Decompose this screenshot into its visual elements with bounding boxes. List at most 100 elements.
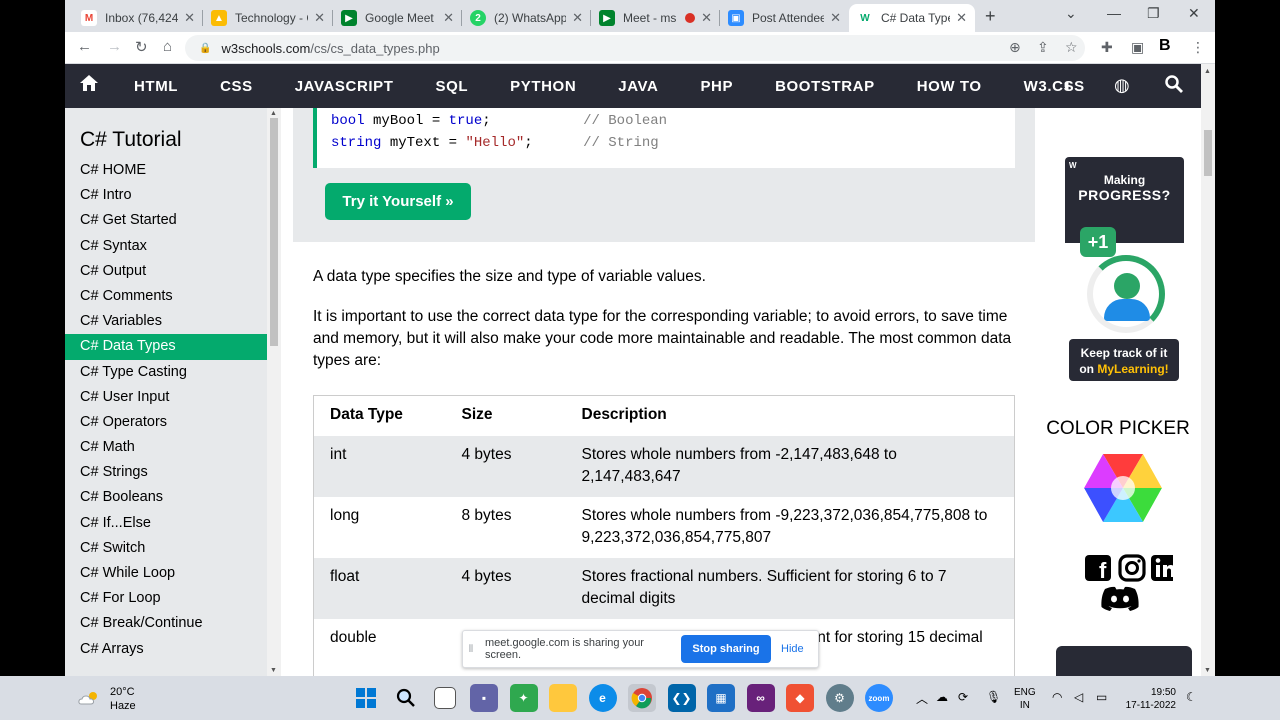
globe-icon[interactable]: ◍ xyxy=(1114,75,1130,96)
scroll-down-icon[interactable]: ▼ xyxy=(1204,667,1211,674)
sidebar-item-output[interactable]: C# Output xyxy=(65,259,267,284)
profile-b-icon[interactable]: B xyxy=(1159,37,1171,55)
sidebar-item-operators[interactable]: C# Operators xyxy=(65,410,267,435)
nav-php[interactable]: PHP xyxy=(679,78,754,95)
file-explorer-icon[interactable] xyxy=(549,684,577,712)
microphone-icon[interactable]: 🎙 xyxy=(986,690,1001,704)
nav-javascript[interactable]: JAVASCRIPT xyxy=(274,78,415,95)
sidebar-item-arrays[interactable]: C# Arrays xyxy=(65,637,267,662)
minimize-icon[interactable]: — xyxy=(1107,5,1121,21)
address-bar[interactable]: 🔒 w3schools.com/cs/cs_data_types.php xyxy=(185,35,1085,61)
promo-cta[interactable]: Keep track of it on MyLearning! xyxy=(1069,339,1179,381)
home-icon[interactable] xyxy=(65,74,113,98)
sidebar-item-syntax[interactable]: C# Syntax xyxy=(65,234,267,259)
tab-post-attendee[interactable]: ▣ Post Attendee ✕ xyxy=(720,4,849,32)
sidebar-item-for-loop[interactable]: C# For Loop xyxy=(65,586,267,611)
try-it-yourself-button[interactable]: Try it Yourself » xyxy=(325,183,471,220)
sidebar-item-home[interactable]: C# HOME xyxy=(65,158,267,183)
forward-icon[interactable]: → xyxy=(107,38,122,55)
bookmark-star-icon[interactable]: ☆ xyxy=(1065,39,1078,56)
scroll-up-icon[interactable]: ▲ xyxy=(270,110,277,117)
search-icon[interactable] xyxy=(392,684,420,712)
menu-icon[interactable]: ⋮ xyxy=(1191,39,1205,56)
scroll-down-icon[interactable]: ▼ xyxy=(270,667,277,674)
close-icon[interactable]: ✕ xyxy=(956,10,967,26)
hide-button[interactable]: Hide xyxy=(771,643,804,655)
sidebar-item-while-loop[interactable]: C# While Loop xyxy=(65,561,267,586)
onedrive-icon[interactable]: ☁ xyxy=(936,690,948,704)
window-close-icon[interactable]: ✕ xyxy=(1188,5,1200,22)
restore-icon[interactable]: ❐ xyxy=(1147,5,1160,22)
zoom-icon[interactable]: ⊕ xyxy=(1009,39,1021,56)
battery-icon[interactable]: ▭ xyxy=(1096,690,1107,704)
nav-css[interactable]: CSS xyxy=(199,78,274,95)
dark-mode-icon[interactable]: ◐ xyxy=(1063,75,1074,96)
git-icon[interactable]: ◆ xyxy=(786,684,814,712)
volume-icon[interactable]: ◁ xyxy=(1074,690,1083,704)
sync-icon[interactable]: ⟳ xyxy=(958,690,968,704)
tray-chevron-icon[interactable]: ︿ xyxy=(916,690,928,707)
wifi-icon[interactable]: ◠ xyxy=(1052,690,1062,704)
sidebar-item-variables[interactable]: C# Variables xyxy=(65,309,267,334)
settings-gear-icon[interactable]: ⚙ xyxy=(825,684,854,712)
sidebar-scroll-thumb[interactable] xyxy=(270,118,278,346)
page-scrollbar[interactable]: ▲ ▼ xyxy=(1201,64,1215,676)
sidebar-item-data-types[interactable]: C# Data Types xyxy=(65,334,267,360)
notifications-icon[interactable]: ☾ xyxy=(1186,690,1197,704)
side-panel-icon[interactable]: ▣ xyxy=(1131,39,1144,56)
close-icon[interactable]: ✕ xyxy=(701,10,712,26)
tab-google-meet[interactable]: ▶ Google Meet ✕ xyxy=(333,4,462,32)
tab-inbox[interactable]: M Inbox (76,424) ✕ xyxy=(73,4,203,32)
search-icon[interactable] xyxy=(1165,75,1183,98)
sidebar-item-get-started[interactable]: C# Get Started xyxy=(65,208,267,233)
system-clock[interactable]: 19:50 17-11-2022 xyxy=(1120,686,1176,712)
sidebar-scrollbar[interactable]: ▲ ▼ xyxy=(267,108,281,676)
tab-meet-ms[interactable]: ▶ Meet - ms ✕ xyxy=(591,4,720,32)
sidebar-item-type-casting[interactable]: C# Type Casting xyxy=(65,360,267,385)
nav-html[interactable]: HTML xyxy=(113,78,199,95)
nav-how-to[interactable]: HOW TO xyxy=(896,78,1003,95)
zoom-app-icon[interactable]: zoom xyxy=(865,684,893,712)
sidebar-item-strings[interactable]: C# Strings xyxy=(65,460,267,485)
scroll-up-icon[interactable]: ▲ xyxy=(1204,68,1211,75)
nav-bootstrap[interactable]: BOOTSTRAP xyxy=(754,78,896,95)
windows-start-icon[interactable] xyxy=(352,684,380,712)
sidebar-item-comments[interactable]: C# Comments xyxy=(65,284,267,309)
back-icon[interactable]: ← xyxy=(77,38,92,55)
teams-chat-icon[interactable]: ▪ xyxy=(470,684,498,712)
tab-whatsapp[interactable]: 2 (2) WhatsApp ✕ xyxy=(462,4,591,32)
language-indicator[interactable]: ENG IN xyxy=(1014,686,1036,712)
close-icon[interactable]: ✕ xyxy=(572,10,583,26)
sidebar-item-if-else[interactable]: C# If...Else xyxy=(65,511,267,536)
nav-w3css[interactable]: W3.CSS xyxy=(1003,78,1106,95)
close-icon[interactable]: ✕ xyxy=(443,10,454,26)
chrome-icon[interactable] xyxy=(628,684,656,712)
certified-promo-button[interactable] xyxy=(1056,646,1192,676)
home-icon[interactable]: ⌂ xyxy=(163,38,172,55)
page-scroll-thumb[interactable] xyxy=(1204,130,1212,176)
tab-technology[interactable]: ▲ Technology - C ✕ xyxy=(203,4,333,32)
xbox-icon[interactable]: ✦ xyxy=(509,684,538,712)
visual-studio-icon[interactable]: ∞ xyxy=(746,684,775,712)
edge-icon[interactable]: e xyxy=(588,684,617,712)
tab-search-icon[interactable]: ⌄ xyxy=(1065,5,1077,22)
color-wheel-icon[interactable] xyxy=(1083,452,1163,529)
sidebar-item-break-continue[interactable]: C# Break/Continue xyxy=(65,611,267,636)
taskbar-app-icon[interactable]: ▦ xyxy=(707,684,735,712)
nav-sql[interactable]: SQL xyxy=(415,78,490,95)
mylearning-promo[interactable]: W Making PROGRESS? +1 Keep track of it o… xyxy=(1065,157,1184,385)
sidebar-item-booleans[interactable]: C# Booleans xyxy=(65,485,267,510)
new-tab-button[interactable]: + xyxy=(985,6,996,27)
extensions-icon[interactable]: ✚ xyxy=(1101,39,1113,56)
sidebar-item-switch[interactable]: C# Switch xyxy=(65,536,267,561)
sidebar-item-intro[interactable]: C# Intro xyxy=(65,183,267,208)
nav-python[interactable]: PYTHON xyxy=(489,78,597,95)
drag-handle-icon[interactable]: ⦀ xyxy=(463,644,479,655)
task-view-icon[interactable] xyxy=(434,687,456,709)
sidebar-item-math[interactable]: C# Math xyxy=(65,435,267,460)
sidebar-item-user-input[interactable]: C# User Input xyxy=(65,385,267,410)
vscode-icon[interactable]: ❮❯ xyxy=(667,684,696,712)
stop-sharing-button[interactable]: Stop sharing xyxy=(681,635,771,663)
nav-java[interactable]: JAVA xyxy=(597,78,679,95)
reload-icon[interactable]: ↻ xyxy=(135,38,148,56)
